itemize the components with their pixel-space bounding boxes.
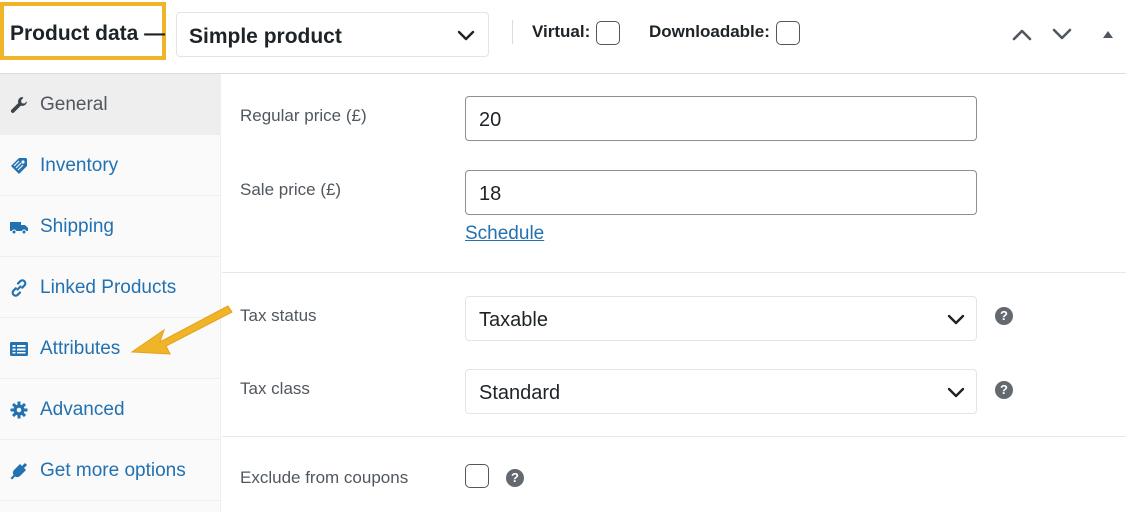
truck-icon	[10, 222, 28, 235]
collapse-toggle-icon[interactable]	[1098, 24, 1118, 44]
tax-status-label: Tax status	[240, 306, 317, 325]
tab-get-more-options-label: Get more options	[40, 460, 186, 481]
tax-class-select[interactable]: Standard	[465, 369, 977, 414]
tax-class-label: Tax class	[240, 379, 310, 398]
exclude-coupons-label: Exclude from coupons	[240, 468, 409, 487]
general-panel: Regular price (£) 20 Sale price (£) 18 S…	[222, 74, 1126, 512]
sale-price-label: Sale price (£)	[240, 180, 342, 199]
wrench-icon	[10, 97, 27, 113]
downloadable-checkbox[interactable]	[776, 21, 800, 45]
link-icon	[11, 279, 27, 297]
chevron-down-icon	[947, 387, 965, 398]
tax-class-value: Standard	[479, 382, 561, 404]
exclude-coupons-checkbox[interactable]	[465, 464, 489, 488]
tax-status-help-icon[interactable]: ?	[995, 307, 1013, 325]
tab-inventory-label: Inventory	[40, 155, 119, 176]
tab-linked-products-label: Linked Products	[40, 277, 177, 298]
gear-icon	[10, 401, 28, 419]
annotation-arrow	[130, 305, 233, 355]
chevron-down-icon	[457, 30, 475, 41]
list-view-icon	[10, 342, 28, 356]
tab-inventory[interactable]: Inventory	[0, 135, 221, 196]
section-divider	[222, 436, 1126, 437]
tag-icon	[11, 158, 27, 174]
regular-price-input[interactable]: 20	[465, 96, 977, 141]
virtual-label: Virtual:	[532, 22, 591, 41]
tab-shipping-label: Shipping	[40, 216, 114, 237]
product-data-tabs: General Inventory Shipping Linked Produc…	[0, 74, 221, 512]
product-type-select[interactable]: Simple product	[176, 12, 489, 57]
product-data-header: Product data — Simple product Virtual: D…	[0, 0, 1126, 74]
schedule-link[interactable]: Schedule	[465, 223, 544, 245]
tax-status-value: Taxable	[479, 309, 548, 331]
move-down-icon[interactable]	[1050, 24, 1074, 44]
product-data-title-highlight: Product data —	[0, 2, 166, 60]
tab-advanced-label: Advanced	[40, 399, 125, 420]
tax-status-select[interactable]: Taxable	[465, 296, 977, 341]
regular-price-label: Regular price (£)	[240, 106, 367, 125]
virtual-checkbox[interactable]	[596, 21, 620, 45]
plugin-icon	[10, 463, 27, 480]
tab-attributes-label: Attributes	[40, 338, 121, 359]
tab-general-label: General	[40, 94, 108, 115]
move-up-icon[interactable]	[1010, 24, 1034, 44]
tax-class-help-icon[interactable]: ?	[995, 381, 1013, 399]
downloadable-label: Downloadable:	[649, 22, 770, 41]
tab-get-more-options[interactable]: Get more options	[0, 440, 221, 501]
product-type-value: Simple product	[189, 25, 342, 48]
tab-general[interactable]: General	[0, 74, 221, 135]
product-data-title: Product data —	[10, 22, 166, 45]
chevron-down-icon	[947, 314, 965, 325]
exclude-coupons-help-icon[interactable]: ?	[506, 469, 524, 487]
header-divider	[512, 20, 513, 44]
section-divider	[222, 272, 1126, 273]
tab-shipping[interactable]: Shipping	[0, 196, 221, 257]
tab-advanced[interactable]: Advanced	[0, 379, 221, 440]
sale-price-input[interactable]: 18	[465, 170, 977, 215]
